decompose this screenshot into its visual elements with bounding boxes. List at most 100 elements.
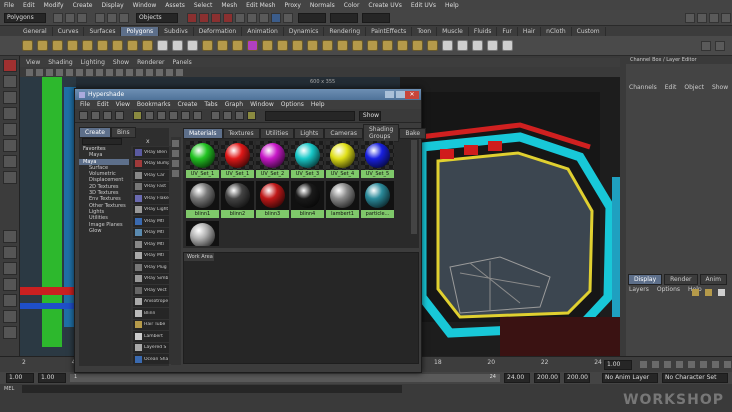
history-icon[interactable] xyxy=(235,12,245,23)
layout-four-icon[interactable] xyxy=(3,246,17,259)
last-tool-icon[interactable] xyxy=(3,171,17,184)
smooth-shade-icon[interactable] xyxy=(116,68,123,76)
layer-tab-display[interactable]: Display xyxy=(628,273,663,285)
shelf-tab-animation[interactable]: Animation xyxy=(242,26,284,36)
snap-grid-icon[interactable] xyxy=(187,12,197,23)
tool-settings-icon[interactable] xyxy=(697,12,707,23)
layout-single-icon[interactable] xyxy=(3,230,17,243)
shelf-menu-icon[interactable] xyxy=(701,40,711,51)
work-area-tab[interactable]: Work Area xyxy=(184,253,214,261)
channel-box-icon[interactable] xyxy=(709,12,719,23)
shelf-editor-icon[interactable] xyxy=(715,40,725,51)
boolean-icon[interactable] xyxy=(232,40,243,51)
sort-icon[interactable] xyxy=(223,111,232,120)
poly-cone-icon[interactable] xyxy=(67,40,78,51)
minimize-button[interactable] xyxy=(385,91,394,98)
viewport-menu-lighting[interactable]: Lighting xyxy=(81,59,105,66)
poly-platonic-icon[interactable] xyxy=(187,40,198,51)
menu-proxy[interactable]: Proxy xyxy=(284,2,300,9)
node-item[interactable]: VRay Flake xyxy=(133,193,169,204)
render-icon[interactable] xyxy=(247,12,257,23)
layout-both-icon[interactable] xyxy=(115,111,124,120)
film-gate-icon[interactable] xyxy=(76,68,83,76)
mode-selector[interactable]: Polygons xyxy=(4,12,46,23)
end-time-field[interactable]: 200.00 xyxy=(534,373,560,383)
range-bar[interactable]: 1 24 xyxy=(70,374,500,382)
channel-menu-show[interactable]: Show xyxy=(712,84,728,91)
rotate-tool-icon[interactable] xyxy=(3,123,17,136)
side-tool-1-icon[interactable] xyxy=(172,140,179,147)
image-plane-icon[interactable] xyxy=(56,68,63,76)
hypershade-menu-options[interactable]: Options xyxy=(281,101,304,108)
scale-tool-icon[interactable] xyxy=(3,139,17,152)
tab-bake[interactable]: Bake xyxy=(399,127,427,139)
node-item[interactable]: VRay Car xyxy=(133,170,169,181)
menu-mesh[interactable]: Mesh xyxy=(221,2,237,9)
node-item[interactable]: VRay Vect xyxy=(133,285,169,296)
menu-edit[interactable]: Edit xyxy=(23,2,35,9)
menu-create-uvs[interactable]: Create UVs xyxy=(368,2,401,9)
close-button[interactable]: ✕ xyxy=(405,90,419,99)
layout-side-icon[interactable] xyxy=(3,262,17,275)
render-settings-icon[interactable] xyxy=(271,12,281,23)
shelf-tab-toon[interactable]: Toon xyxy=(412,26,438,36)
material-swatch[interactable]: UV_Set_5 xyxy=(361,141,394,178)
split-polygon-icon[interactable] xyxy=(307,40,318,51)
shelf-tab-fur[interactable]: Fur xyxy=(497,26,518,36)
shelf-tab-painteffects[interactable]: PaintEffects xyxy=(366,26,413,36)
material-swatch[interactable] xyxy=(186,221,219,246)
combine-icon[interactable] xyxy=(202,40,213,51)
poly-soccer-icon[interactable] xyxy=(172,40,183,51)
node-item[interactable]: VRay Mtl xyxy=(133,216,169,227)
menu-modify[interactable]: Modify xyxy=(44,2,64,9)
save-scene-icon[interactable] xyxy=(77,12,87,23)
input-line-icon[interactable] xyxy=(283,12,293,23)
tab-create[interactable]: Create xyxy=(79,127,111,138)
select-component-icon[interactable] xyxy=(119,12,129,23)
input-z-field[interactable] xyxy=(362,12,390,23)
output-connections-icon[interactable] xyxy=(193,111,202,120)
viewport-menu-shading[interactable]: Shading xyxy=(48,59,72,66)
material-swatch[interactable]: lambert1 xyxy=(326,181,359,218)
playback-end-field[interactable]: 24.00 xyxy=(504,373,530,383)
shelf-tab-muscle[interactable]: Muscle xyxy=(437,26,469,36)
hypershade-titlebar[interactable]: Hypershade ✕ xyxy=(75,89,421,100)
menu-help[interactable]: Help xyxy=(445,2,459,9)
layout-top-icon[interactable] xyxy=(91,111,100,120)
hypershade-menu-view[interactable]: View xyxy=(116,101,130,108)
menu-window[interactable]: Window xyxy=(133,2,157,9)
channel-menu-channels[interactable]: Channels xyxy=(629,84,657,91)
open-scene-icon[interactable] xyxy=(65,12,75,23)
character-set-dropdown[interactable]: No Character Set xyxy=(662,373,728,383)
side-tool-2-icon[interactable] xyxy=(172,150,179,157)
hypershade-menu-graph[interactable]: Graph xyxy=(225,101,243,108)
planar-map-icon[interactable] xyxy=(442,40,453,51)
merge-icon[interactable] xyxy=(367,40,378,51)
menu-select[interactable]: Select xyxy=(194,2,213,9)
new-layer-icon[interactable] xyxy=(692,289,699,296)
end-time2-field[interactable]: 200.00 xyxy=(564,373,590,383)
grid-icon[interactable] xyxy=(66,68,73,76)
clear-graph-icon[interactable] xyxy=(145,111,154,120)
bridge-icon[interactable] xyxy=(277,40,288,51)
offset-edge-loop-icon[interactable] xyxy=(337,40,348,51)
start-time-field[interactable]: 1.00 xyxy=(6,373,34,383)
input-connections-icon[interactable] xyxy=(169,111,178,120)
menu-normals[interactable]: Normals xyxy=(310,2,335,9)
filter-clear-icon[interactable]: x xyxy=(146,138,150,145)
menu-assets[interactable]: Assets xyxy=(165,2,185,9)
tab-cameras[interactable]: Cameras xyxy=(324,127,363,139)
input-y-field[interactable] xyxy=(330,12,358,23)
hypershade-menu-bookmarks[interactable]: Bookmarks xyxy=(137,101,171,108)
node-item[interactable]: Anisotrope xyxy=(133,296,169,307)
layer-options-icon[interactable] xyxy=(718,289,725,296)
node-item[interactable]: Layered S xyxy=(133,342,169,353)
viewport-menu-renderer[interactable]: Renderer xyxy=(137,59,164,66)
snap-curve-icon[interactable] xyxy=(199,12,209,23)
viewport-menu-panels[interactable]: Panels xyxy=(172,59,191,66)
go-to-end-icon[interactable] xyxy=(724,361,731,368)
material-swatch[interactable]: UV_Set_1 xyxy=(186,141,219,178)
select-object-icon[interactable] xyxy=(107,12,117,23)
channel-menu-edit[interactable]: Edit xyxy=(665,84,677,91)
spherical-map-icon[interactable] xyxy=(472,40,483,51)
